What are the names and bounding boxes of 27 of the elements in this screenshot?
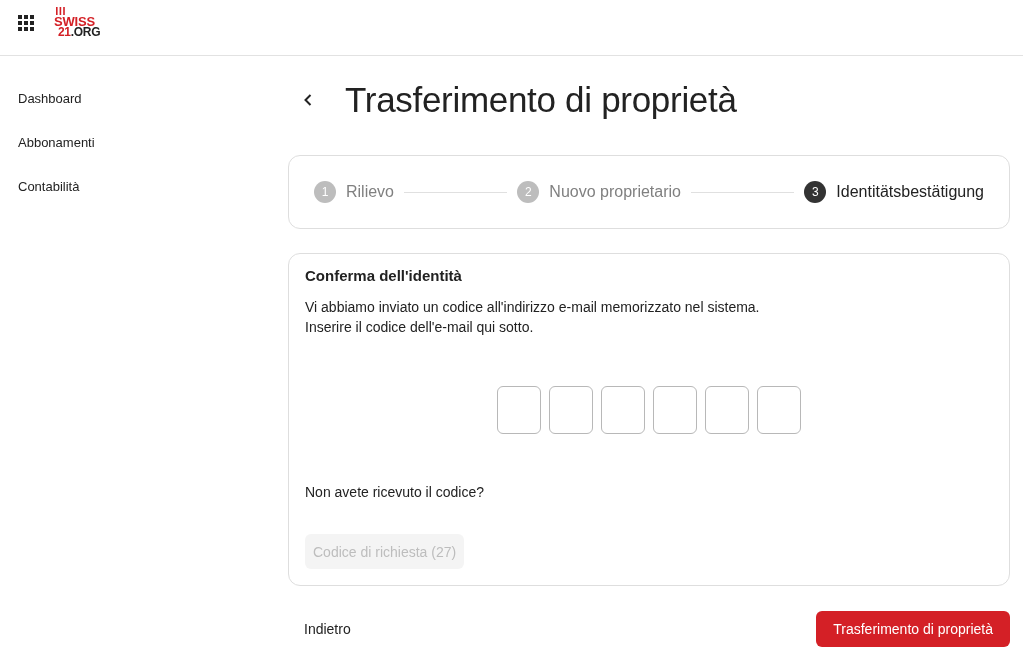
logo-text: SWISS <box>54 16 95 27</box>
resend-prompt: Non avete ricevuto il codice? <box>305 483 484 502</box>
logo-bars-icon <box>56 7 65 15</box>
code-digit-field[interactable] <box>705 386 749 434</box>
step-number-badge: 2 <box>517 181 540 203</box>
step-number-badge: 1 <box>314 181 336 203</box>
sidebar-item[interactable]: Abbonamenti <box>18 133 95 153</box>
page-title: Trasferimento di proprietà <box>345 79 737 121</box>
code-digit-field[interactable] <box>497 386 541 434</box>
step-label: Identitätsbestätigung <box>836 183 984 201</box>
step-label: Rilievo <box>346 183 394 201</box>
back-chevron-icon[interactable] <box>304 94 312 106</box>
code-digit-field[interactable] <box>549 386 593 434</box>
instruction-text: Vi abbiamo inviato un codice all'indirizzo e-mail memorizzato nel sistema. <box>305 298 760 317</box>
code-digit-field[interactable] <box>601 386 645 434</box>
code-digit-field[interactable] <box>653 386 697 434</box>
card-title: Conferma dell'identità <box>305 266 462 286</box>
sidebar-item[interactable]: Dashboard <box>18 89 82 109</box>
instruction-text: Inserire il codice dell'e-mail qui sotto. <box>305 318 535 337</box>
step-number-badge: 3 <box>804 181 827 203</box>
step-label: Nuovo proprietario <box>549 183 681 201</box>
logo-domain: 21.ORG <box>58 27 101 38</box>
app-grid-icon[interactable] <box>18 15 34 31</box>
submit-button[interactable]: Trasferimento di proprietà <box>816 611 1010 647</box>
back-button[interactable]: Indietro <box>288 611 367 647</box>
sidebar-item[interactable]: Contabilità <box>18 177 80 197</box>
code-digit-field[interactable] <box>757 386 801 434</box>
